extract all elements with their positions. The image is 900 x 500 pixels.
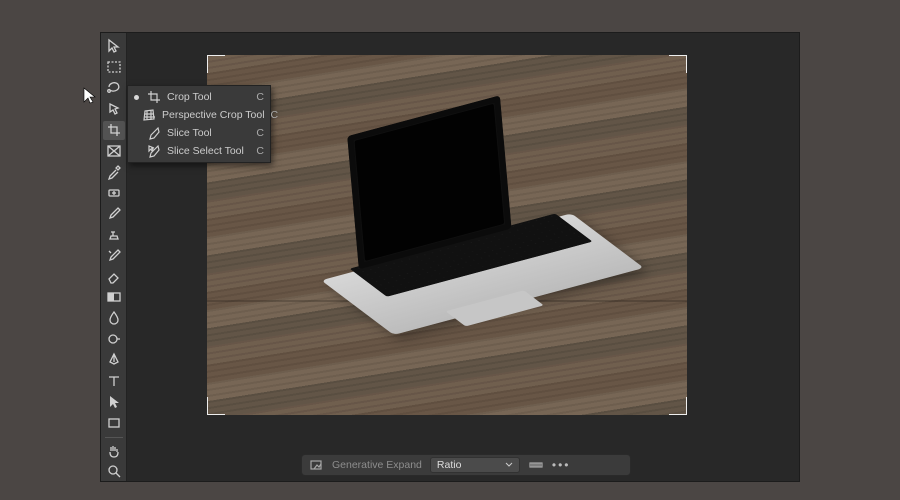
gradient-tool[interactable] (103, 288, 125, 307)
brush-tool[interactable] (103, 204, 125, 223)
crop-icon (147, 90, 161, 104)
active-indicator-icon (134, 131, 139, 136)
cursor-icon (83, 87, 97, 105)
flyout-label: Perspective Crop Tool (162, 109, 265, 121)
crop-tool-flyout: Crop Tool C Perspective Crop Tool C Slic… (127, 85, 271, 163)
generative-expand-label: Generative Expand (332, 459, 422, 471)
eyedropper-tool[interactable] (103, 162, 125, 181)
history-brush-tool[interactable] (103, 246, 125, 265)
flyout-item-crop[interactable]: Crop Tool C (128, 88, 270, 106)
crop-options-bar: Generative Expand Ratio ••• (301, 454, 631, 476)
active-indicator-icon (134, 149, 139, 154)
crop-tool[interactable] (103, 121, 125, 140)
flyout-item-slice-select[interactable]: Slice Select Tool C (128, 142, 270, 160)
flyout-item-slice[interactable]: Slice Tool C (128, 124, 270, 142)
chevron-down-icon (505, 461, 513, 469)
pen-tool[interactable] (103, 351, 125, 370)
flyout-shortcut: C (256, 145, 264, 157)
flyout-label: Crop Tool (167, 91, 250, 103)
quick-select-tool[interactable] (103, 100, 125, 119)
document-canvas[interactable] (207, 55, 687, 415)
blur-tool[interactable] (103, 309, 125, 328)
slice-select-icon (147, 144, 161, 158)
app-window: Crop Tool C Perspective Crop Tool C Slic… (100, 32, 800, 482)
frame-tool[interactable] (103, 142, 125, 161)
flyout-item-perspective-crop[interactable]: Perspective Crop Tool C (128, 106, 270, 124)
marquee-tool[interactable] (103, 58, 125, 77)
type-tool[interactable] (103, 372, 125, 391)
toolbar-separator (105, 437, 123, 438)
dodge-tool[interactable] (103, 330, 125, 349)
ratio-dropdown[interactable]: Ratio (430, 457, 520, 473)
move-tool[interactable] (103, 37, 125, 56)
lasso-tool[interactable] (103, 79, 125, 98)
slice-icon (147, 126, 161, 140)
straighten-icon[interactable] (528, 457, 544, 473)
clone-stamp-tool[interactable] (103, 225, 125, 244)
zoom-tool[interactable] (103, 462, 125, 481)
tools-panel (101, 33, 127, 481)
more-options-button[interactable]: ••• (552, 458, 571, 472)
flyout-shortcut: C (256, 91, 264, 103)
path-select-tool[interactable] (103, 392, 125, 411)
flyout-shortcut: C (271, 109, 279, 121)
flyout-shortcut: C (256, 127, 264, 139)
generative-expand-icon[interactable] (308, 457, 324, 473)
flyout-label: Slice Tool (167, 127, 250, 139)
healing-brush-tool[interactable] (103, 183, 125, 202)
active-indicator-icon (134, 95, 139, 100)
ratio-value: Ratio (437, 459, 462, 471)
hand-tool[interactable] (103, 441, 125, 460)
perspective-crop-icon (142, 108, 156, 122)
eraser-tool[interactable] (103, 267, 125, 286)
rectangle-tool[interactable] (103, 413, 125, 432)
flyout-label: Slice Select Tool (167, 145, 250, 157)
